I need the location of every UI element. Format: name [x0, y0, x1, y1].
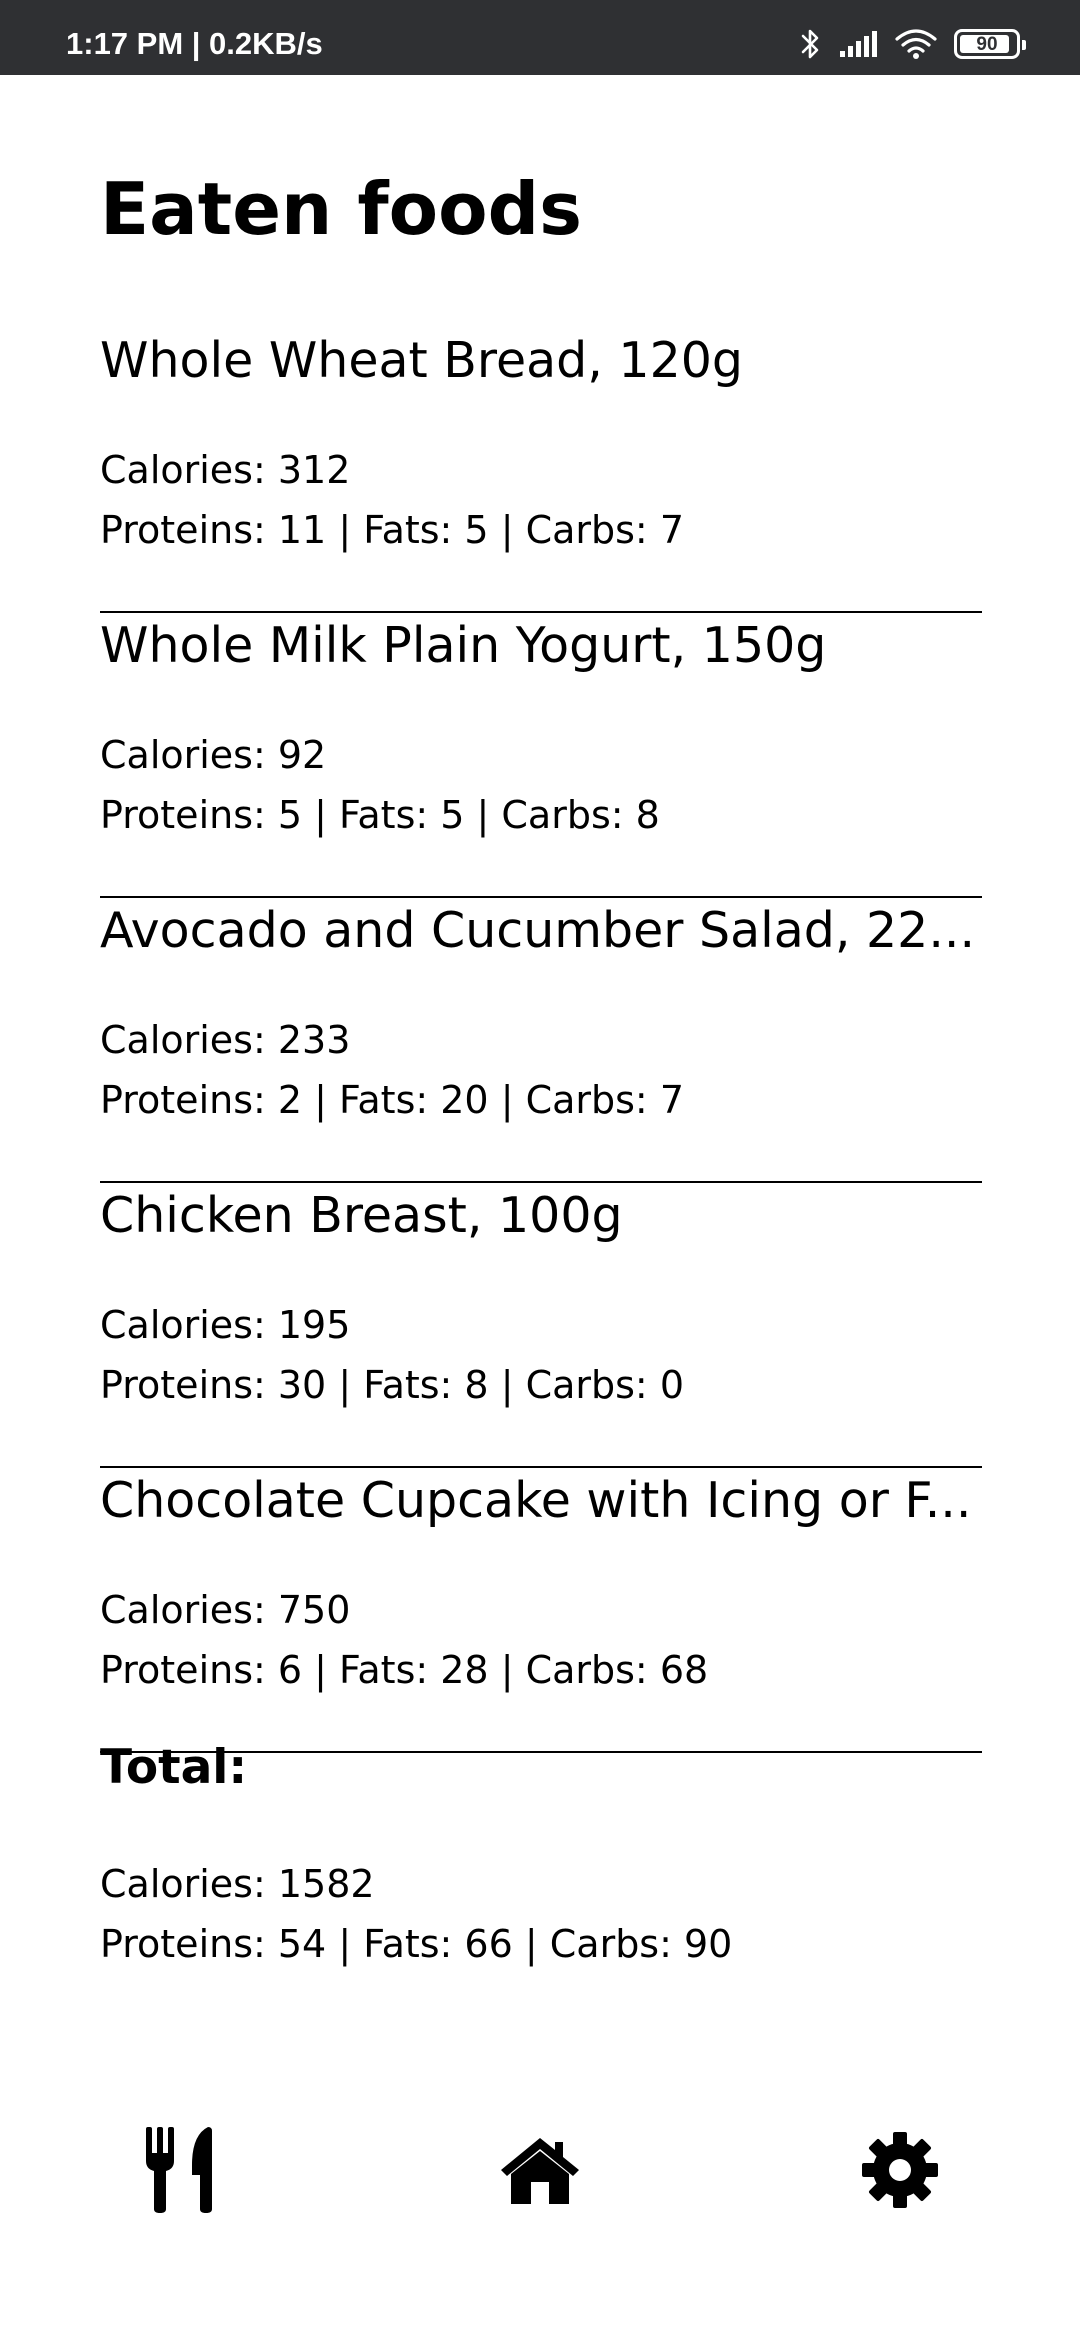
- food-item[interactable]: Whole Milk Plain Yogurt, 150g Calories: …: [100, 613, 982, 898]
- status-time: 1:17 PM | 0.2KB/s: [66, 26, 323, 61]
- status-bar: 1:17 PM | 0.2KB/s 90: [0, 0, 1080, 75]
- food-macros: Proteins: 11 | Fats: 5 | Carbs: 7: [100, 508, 684, 552]
- food-macros: Proteins: 5 | Fats: 5 | Carbs: 8: [100, 793, 660, 837]
- gear-icon: [860, 2130, 940, 2210]
- food-name: Chocolate Cupcake with Icing or F...: [100, 1472, 972, 1529]
- home-icon: [497, 2134, 583, 2206]
- food-name: Avocado and Cucumber Salad, 22...: [100, 902, 976, 959]
- food-item[interactable]: Chicken Breast, 100g Calories: 195 Prote…: [100, 1183, 982, 1468]
- fork-knife-icon: [142, 2125, 222, 2215]
- nav-home-button[interactable]: [480, 2110, 600, 2230]
- food-macros: Proteins: 6 | Fats: 28 | Carbs: 68: [100, 1648, 709, 1692]
- total-macros: Proteins: 54 | Fats: 66 | Carbs: 90: [100, 1922, 733, 1966]
- food-item[interactable]: Chocolate Cupcake with Icing or F... Cal…: [100, 1468, 982, 1753]
- bottom-nav: [0, 2110, 1080, 2230]
- total-calories: Calories: 1582: [100, 1862, 375, 1906]
- food-item[interactable]: Whole Wheat Bread, 120g Calories: 312 Pr…: [100, 328, 982, 613]
- food-name: Chicken Breast, 100g: [100, 1187, 623, 1244]
- status-icons: 90: [800, 24, 1026, 64]
- nav-foods-button[interactable]: [122, 2110, 242, 2230]
- signal-icon: [838, 29, 878, 59]
- food-calories: Calories: 750: [100, 1588, 351, 1632]
- page-title: Eaten foods: [100, 167, 582, 251]
- total-label: Total:: [100, 1740, 248, 1795]
- food-calories: Calories: 312: [100, 448, 351, 492]
- battery-tip: [1022, 40, 1026, 50]
- battery-level: 90: [976, 33, 998, 55]
- food-calories: Calories: 233: [100, 1018, 351, 1062]
- food-name: Whole Milk Plain Yogurt, 150g: [100, 617, 827, 674]
- wifi-icon: [894, 27, 938, 61]
- food-macros: Proteins: 2 | Fats: 20 | Carbs: 7: [100, 1078, 684, 1122]
- food-macros: Proteins: 30 | Fats: 8 | Carbs: 0: [100, 1363, 684, 1407]
- food-list: Whole Wheat Bread, 120g Calories: 312 Pr…: [100, 328, 982, 1753]
- food-calories: Calories: 92: [100, 733, 327, 777]
- nav-settings-button[interactable]: [840, 2110, 960, 2230]
- food-name: Whole Wheat Bread, 120g: [100, 332, 744, 389]
- battery-icon: 90: [954, 29, 1026, 59]
- food-item[interactable]: Avocado and Cucumber Salad, 22... Calori…: [100, 898, 982, 1183]
- food-calories: Calories: 195: [100, 1303, 351, 1347]
- bluetooth-icon: [800, 27, 822, 61]
